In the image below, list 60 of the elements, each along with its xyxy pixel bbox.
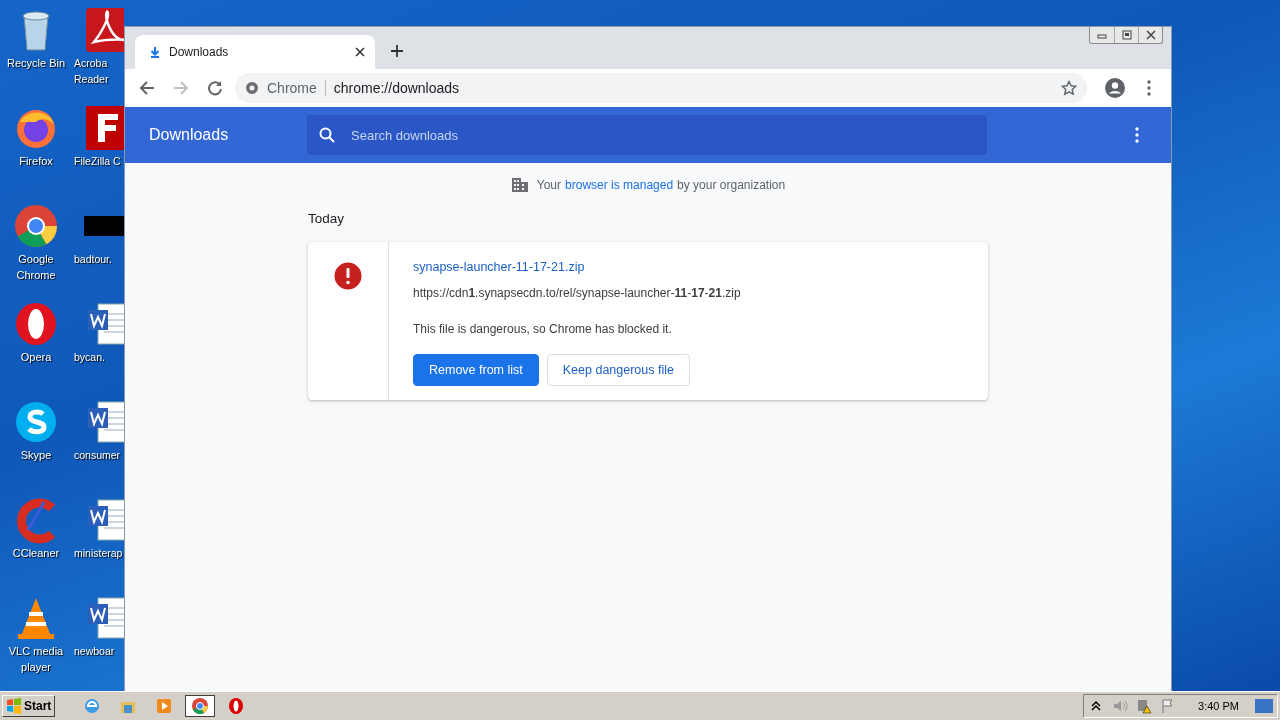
icon-label: Acroba [73, 57, 108, 70]
taskbar-button[interactable] [185, 695, 216, 717]
icon-label: newboar [73, 645, 115, 658]
tab[interactable]: Downloads [135, 35, 375, 69]
tab-title: Downloads [169, 45, 230, 59]
forward-arrow-icon [173, 80, 189, 96]
site-chip: Chrome [267, 80, 326, 96]
page-title: Downloads [149, 126, 230, 144]
play-icon [155, 697, 174, 715]
remove-button[interactable]: Remove from list [413, 354, 539, 386]
network-warning-icon[interactable] [1136, 698, 1153, 714]
reload-icon [207, 80, 223, 96]
file-url: https://cdn1.synapsecdn.to/rel/synapse-launcher-11-17-21.zip [413, 286, 742, 300]
icon-label: CCleaner [12, 547, 60, 560]
opera-icon [227, 697, 246, 715]
chrome-icon [245, 81, 259, 95]
building-icon [510, 177, 529, 193]
notice-text: Your [536, 178, 562, 192]
icon-label: player [21, 661, 51, 674]
search-icon [319, 127, 335, 143]
notice-text: by your organization [677, 178, 786, 192]
icon-label: consumer [73, 449, 121, 462]
icon-label: Google [18, 253, 54, 266]
icon-label: FileZilla C [73, 155, 121, 168]
chrome-icon [12, 202, 60, 250]
warning-text: This file is dangerous, so Chrome has blocked it. [413, 322, 673, 336]
icon-label: Opera [20, 351, 52, 364]
url-text: chrome://downloads [333, 80, 461, 96]
account-icon [1105, 78, 1125, 98]
close-icon[interactable] [355, 47, 365, 57]
clock: 3:40 PM [1198, 700, 1239, 712]
keep-button[interactable]: Keep dangerous file [546, 354, 690, 386]
icon-label: Recycle Bin [6, 57, 66, 70]
download-icon [149, 46, 161, 58]
close-icon [1145, 30, 1156, 40]
icon-label: VLC media [8, 645, 64, 658]
managed-link[interactable]: browser is managed [565, 178, 674, 192]
minimize-icon [1097, 31, 1107, 39]
icon-label: Reader [73, 73, 109, 86]
more-icon [1147, 80, 1151, 96]
file-name-link[interactable]: synapse-launcher-11-17-21.zip [413, 260, 585, 274]
globe-e-icon [83, 697, 102, 715]
icon-label: Skype [20, 449, 52, 462]
plus-icon [390, 44, 404, 58]
icon-label: badtour. [73, 253, 112, 266]
start-button[interactable]: Start [2, 695, 56, 717]
icon-label: Firefox [19, 155, 53, 168]
icon-label: bycan. [73, 351, 105, 364]
back-arrow-icon [139, 80, 155, 96]
acrobat-icon [84, 6, 124, 54]
chrome-icon [191, 697, 210, 715]
search-field[interactable]: Search downloads [307, 115, 987, 155]
icon-label: Chrome [16, 269, 56, 282]
address-bar[interactable]: Chrome chrome://downloads [235, 73, 1087, 103]
icon-label: ministerap [73, 547, 123, 560]
star-icon[interactable] [1061, 80, 1077, 96]
windows-logo-icon [6, 698, 22, 714]
restore-icon [1121, 30, 1132, 40]
more-icon [1135, 127, 1139, 143]
date-heading: Today [308, 211, 346, 226]
